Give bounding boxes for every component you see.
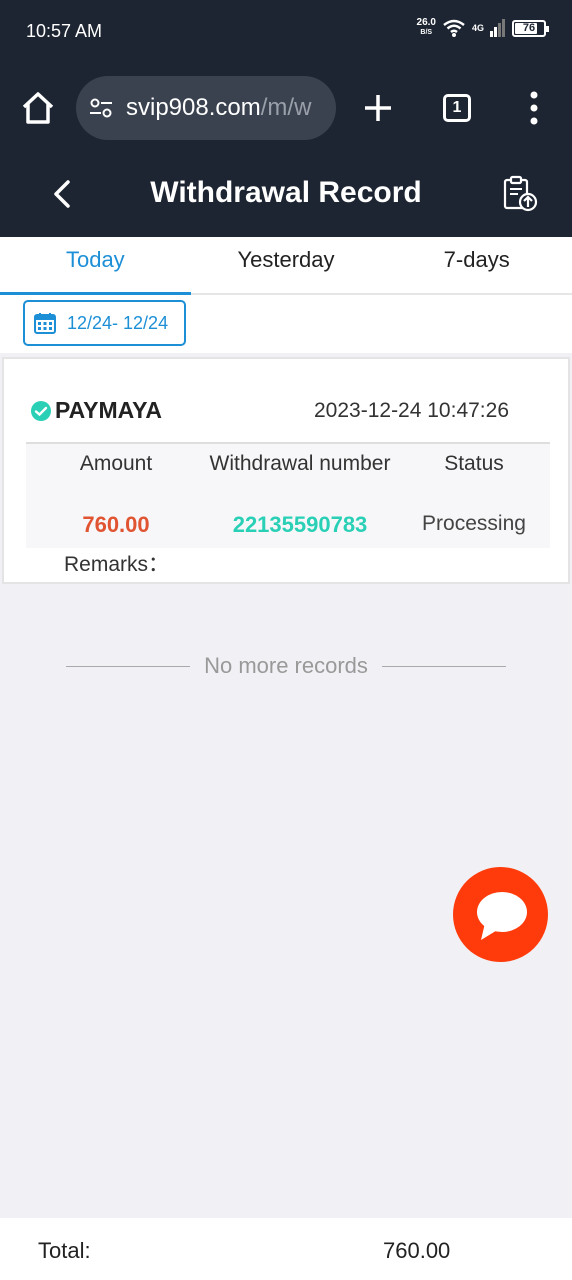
amount-value: 760.00 [82, 512, 150, 537]
withdrawal-number-value: 22135590783 [232, 512, 368, 537]
chat-button[interactable] [453, 867, 548, 962]
withdrawal-record-card[interactable]: PAYMAYA 2023-12-24 10:47:26 Amount Withd… [2, 357, 570, 584]
record-datetime: 2023-12-24 10:47:26 [314, 399, 509, 422]
paymaya-logo: PAYMAYA [30, 397, 162, 424]
tab-count: 1 [452, 99, 462, 116]
total-label: Total: [38, 1238, 91, 1263]
page-header: Withdrawal Record [0, 152, 572, 237]
date-tabs: Today Yesterday 7-days [0, 237, 572, 295]
total-bar: Total: 760.00 [0, 1218, 572, 1280]
status-header: Status [444, 452, 504, 475]
home-icon[interactable] [20, 90, 56, 126]
divider [66, 665, 191, 667]
url-domain: svip908.com [126, 94, 261, 121]
tab-yesterday[interactable]: Yesterday [191, 237, 382, 293]
more-vert-icon[interactable] [524, 90, 544, 126]
address-bar[interactable]: svip908.com/m/w [76, 76, 336, 140]
page-title: Withdrawal Record [150, 176, 422, 209]
url-path: /m/w [260, 94, 312, 121]
net-speed: 26.0 B/S [417, 18, 436, 38]
status-bar: 10:57 AM 26.0 B/S 4G 76 [0, 0, 572, 64]
check-circle-icon [31, 400, 51, 421]
date-range-button[interactable]: 12/24- 12/24 [23, 300, 186, 346]
no-more-records-text: No more records [204, 653, 368, 678]
site-settings-icon[interactable] [88, 95, 114, 121]
network-type: 4G [471, 23, 484, 33]
url-text: svip908.com/m/w [126, 94, 311, 122]
tab-7-days[interactable]: 7-days [381, 237, 572, 293]
payment-method: PAYMAYA [55, 397, 162, 423]
signal-icon [490, 19, 505, 37]
divider [381, 665, 506, 667]
net-speed-unit: B/S [420, 29, 433, 36]
chat-bubble-icon [477, 892, 527, 940]
withdrawal-number-header: Withdrawal number [209, 452, 391, 475]
battery-icon: 76 [512, 19, 549, 37]
plus-icon[interactable] [362, 92, 394, 124]
remarks-label: Remarks： [64, 553, 170, 576]
browser-toolbar: svip908.com/m/w 1 [0, 64, 572, 152]
tabs-icon[interactable]: 1 [443, 94, 471, 122]
tab-today[interactable]: Today [0, 237, 191, 295]
net-speed-value: 26.0 [416, 17, 436, 28]
status-icons: 26.0 B/S 4G 76 [417, 18, 549, 38]
status-value: Processing [422, 512, 526, 535]
clipboard-upload-icon[interactable] [500, 174, 540, 214]
battery-level: 76 [522, 21, 536, 34]
no-more-records: No more records [66, 653, 506, 679]
amount-header: Amount [79, 452, 153, 475]
date-range-label: 12/24- 12/24 [67, 312, 169, 333]
wifi-icon [443, 19, 465, 37]
calendar-icon [34, 313, 56, 334]
status-time: 10:57 AM [26, 21, 103, 41]
filter-bar: 12/24- 12/24 [0, 295, 572, 353]
total-value: 760.00 [383, 1238, 451, 1263]
record-details: Amount Withdrawal number Status 760.00 2… [26, 442, 550, 548]
